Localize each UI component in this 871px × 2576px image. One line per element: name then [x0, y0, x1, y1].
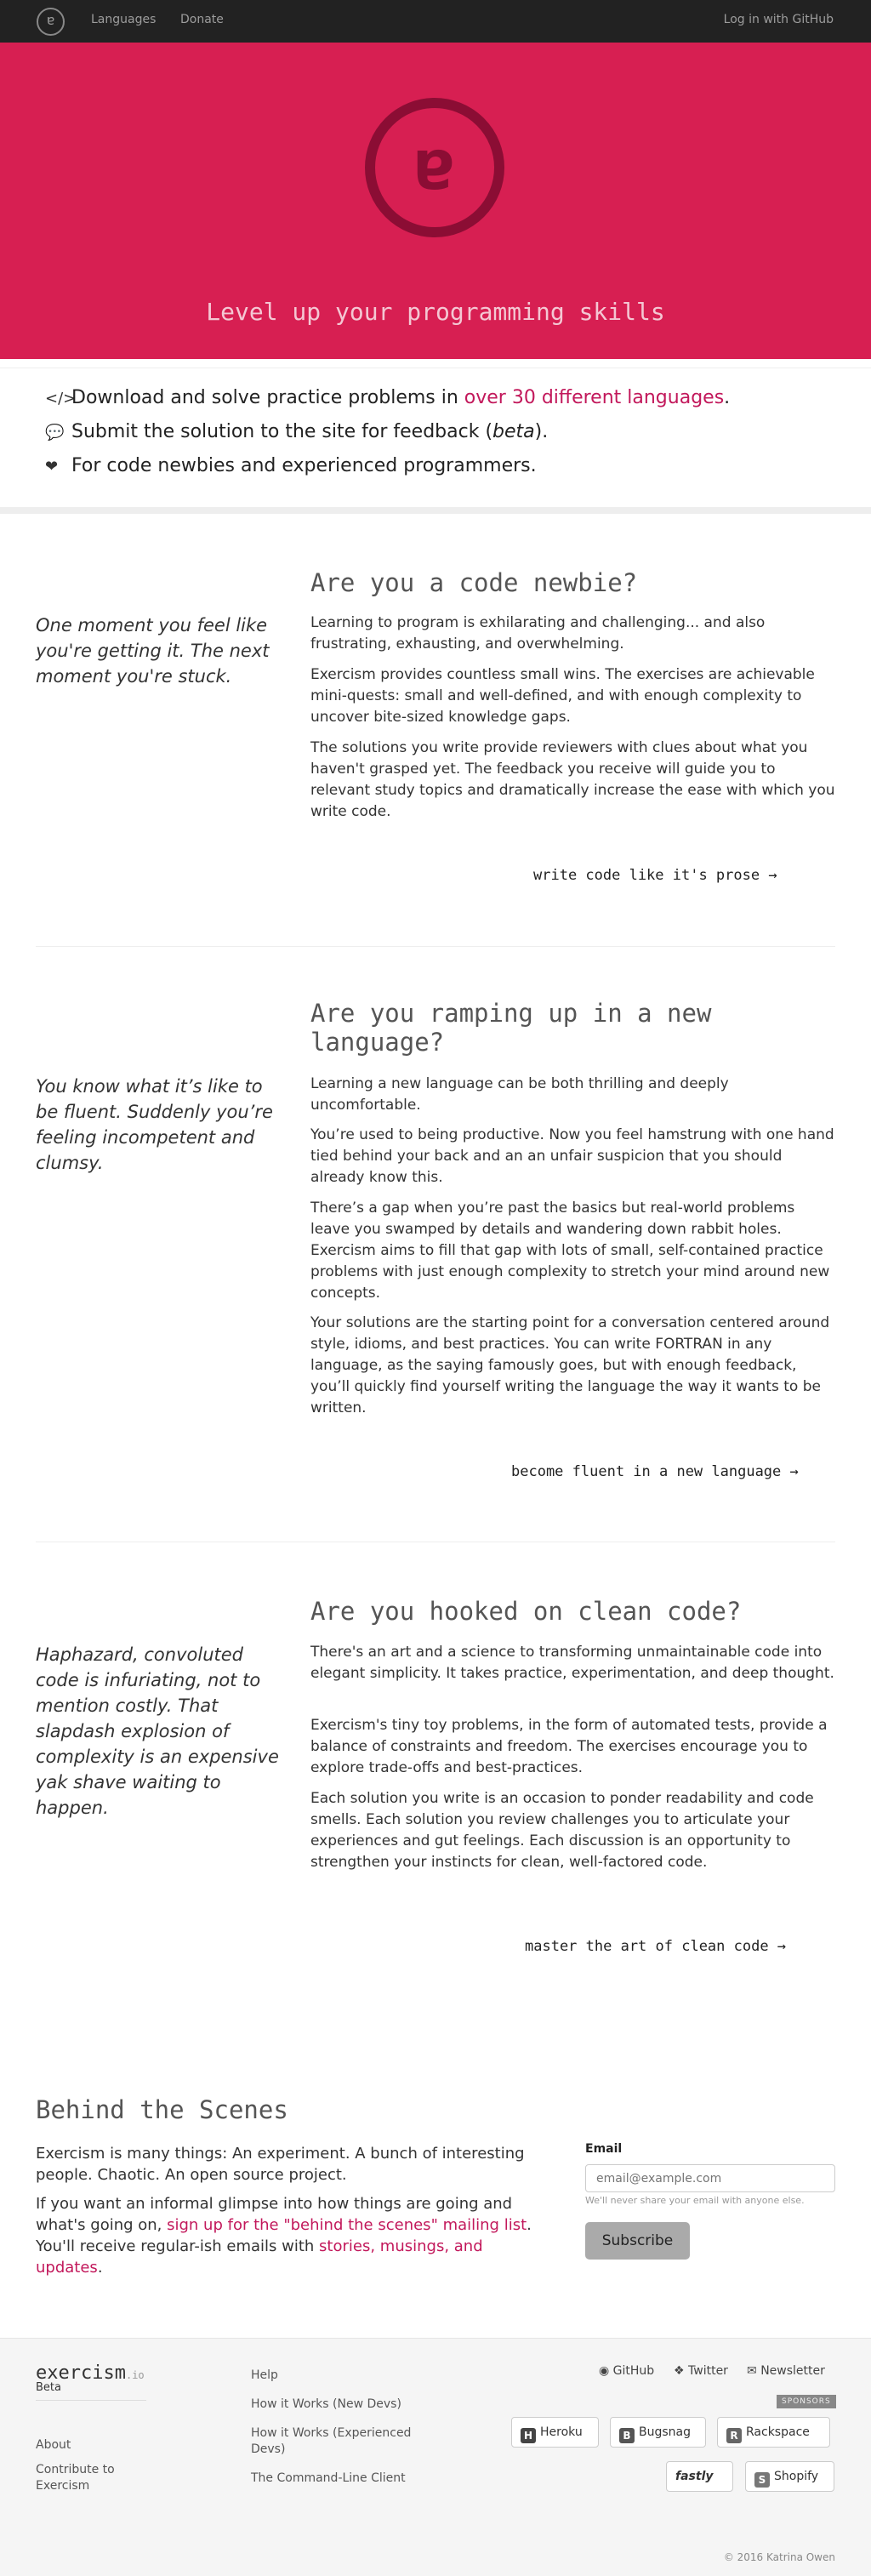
newbie-paragraph: The solutions you write provide reviewer… — [310, 739, 835, 820]
newbie-cta-link[interactable]: write code like it's prose → — [533, 867, 777, 884]
bugsnag-icon: B — [619, 2428, 635, 2443]
sponsor-label: fastly — [675, 2470, 714, 2483]
newsletter-label: Newsletter — [760, 2364, 825, 2378]
nav-languages-link[interactable]: Languages — [91, 13, 156, 26]
language-paragraph: You’re used to being productive. Now you… — [310, 1126, 834, 1186]
language-paragraph: Learning a new language can be both thri… — [310, 1075, 729, 1114]
envelope-icon: ✉ — [747, 2364, 757, 2378]
feature-list: </> Download and solve practice problems… — [0, 368, 871, 507]
newbie-quote: One moment you feel like you're getting … — [36, 615, 270, 687]
feature-text: For code newbies and experienced program… — [71, 455, 537, 476]
email-input[interactable] — [585, 2164, 835, 2192]
feature-item-feedback: 💬 Submit the solution to the site for fe… — [45, 421, 548, 442]
sponsor-label: Rackspace — [746, 2425, 810, 2439]
sponsor-heroku[interactable]: H Heroku — [511, 2417, 599, 2448]
footer-logo-suffix: .io — [125, 2369, 145, 2381]
rackspace-icon: R — [726, 2428, 742, 2443]
footer-how-experienced-link[interactable]: How it Works (Experienced Devs) — [251, 2425, 430, 2458]
shopify-icon: S — [754, 2472, 770, 2488]
sponsor-shopify[interactable]: S Shopify — [745, 2461, 834, 2492]
behind-scenes-paragraph: Exercism is many things: An experiment. … — [36, 2145, 525, 2184]
footer-divider — [36, 2400, 146, 2401]
language-quote: You know what it’s like to be fluent. Su… — [36, 1076, 273, 1173]
feature-italic: beta — [492, 421, 535, 442]
email-label: Email — [585, 2142, 623, 2156]
top-navbar: ɐ Languages Donate Log in with GitHub — [0, 0, 871, 43]
footer-github-link[interactable]: ◉ GitHub — [599, 2364, 654, 2378]
feature-text: Submit the solution to the site for feed… — [71, 421, 493, 442]
language-cta-link[interactable]: become fluent in a new language → — [511, 1463, 799, 1480]
heart-icon: ❤ — [45, 458, 59, 476]
clean-code-cta-link[interactable]: master the art of clean code → — [525, 1938, 786, 1955]
footer-how-new-link[interactable]: How it Works (New Devs) — [251, 2396, 401, 2413]
sponsor-label: Shopify — [774, 2470, 819, 2483]
behind-scenes-title: Behind the Scenes — [36, 2095, 288, 2124]
hero-logo-icon: ɐ — [365, 98, 504, 237]
language-title: Are you ramping up in a new language? — [310, 999, 712, 1057]
sponsor-label: Heroku — [540, 2425, 583, 2439]
feature-text: ). — [534, 421, 549, 442]
logo-glyph: ɐ — [46, 12, 55, 28]
feature-item-languages: </> Download and solve practice problems… — [45, 387, 730, 408]
footer-twitter-link[interactable]: ❖ Twitter — [674, 2364, 728, 2378]
subscribe-button[interactable]: Subscribe — [585, 2222, 690, 2260]
language-paragraph: Your solutions are the starting point fo… — [310, 1314, 830, 1416]
clean-code-paragraph: Exercism's tiny toy problems, in the for… — [310, 1717, 828, 1776]
footer-cli-link[interactable]: The Command-Line Client — [251, 2471, 406, 2487]
twitter-label: Twitter — [688, 2364, 728, 2378]
clean-code-title: Are you hooked on clean code? — [310, 1597, 742, 1626]
github-icon: ◉ — [599, 2364, 610, 2378]
divider — [36, 946, 835, 947]
login-github-link[interactable]: Log in with GitHub — [724, 13, 834, 26]
sponsor-rackspace[interactable]: R Rackspace — [717, 2417, 830, 2448]
footer-help-link[interactable]: Help — [251, 2368, 278, 2384]
exercism-logo-icon[interactable]: ɐ — [37, 8, 65, 36]
footer-contribute-link[interactable]: Contribute to Exercism — [36, 2462, 129, 2494]
newbie-paragraph: Exercism provides countless small wins. … — [310, 666, 815, 726]
clean-code-paragraph: There's an art and a science to transfor… — [310, 1644, 834, 1682]
newbie-paragraph: Learning to program is exhilarating and … — [310, 614, 766, 653]
sponsor-bugsnag[interactable]: B Bugsnag — [610, 2417, 706, 2448]
languages-link[interactable]: over 30 different languages — [464, 387, 724, 408]
mailing-list-link[interactable]: sign up for the "behind the scenes" mail… — [167, 2216, 527, 2234]
feature-text: Download and solve practice problems in — [71, 387, 464, 408]
comment-icon: 💬 — [45, 424, 65, 442]
section-separator — [0, 507, 871, 514]
paragraph-text: . — [97, 2259, 103, 2277]
sponsor-fastly[interactable]: fastly — [666, 2461, 733, 2492]
feature-item-audience: ❤ For code newbies and experienced progr… — [45, 455, 537, 476]
footer-newsletter-link[interactable]: ✉ Newsletter — [747, 2364, 825, 2378]
sponsors-tag: SPONSORS — [777, 2395, 836, 2408]
hero-banner: ɐ Level up your programming skills — [0, 43, 871, 359]
twitter-icon: ❖ — [674, 2364, 685, 2378]
clean-code-quote: Haphazard, convoluted code is infuriatin… — [36, 1644, 279, 1818]
hero-logo-glyph: ɐ — [413, 125, 456, 206]
github-label: GitHub — [612, 2364, 655, 2378]
feature-text: . — [724, 387, 731, 408]
hero-tagline: Level up your programming skills — [206, 298, 665, 326]
behind-scenes-paragraph-2: If you want an informal glimpse into how… — [36, 2193, 538, 2278]
footer: exercism.io Beta About Contribute to Exe… — [0, 2338, 871, 2576]
heroku-icon: H — [521, 2428, 536, 2443]
copyright: © 2016 Katrina Owen — [723, 2551, 835, 2563]
newbie-title: Are you a code newbie? — [310, 568, 638, 597]
footer-about-link[interactable]: About — [36, 2437, 71, 2453]
code-icon: </> — [45, 390, 77, 407]
sponsor-label: Bugsnag — [639, 2425, 691, 2439]
footer-beta-label: Beta — [36, 2381, 61, 2394]
email-help-text: We'll never share your email with anyone… — [585, 2195, 805, 2206]
nav-donate-link[interactable]: Donate — [180, 13, 224, 26]
clean-code-paragraph: Each solution you write is an occasion t… — [310, 1790, 814, 1871]
language-paragraph: There’s a gap when you’re past the basic… — [310, 1200, 830, 1302]
